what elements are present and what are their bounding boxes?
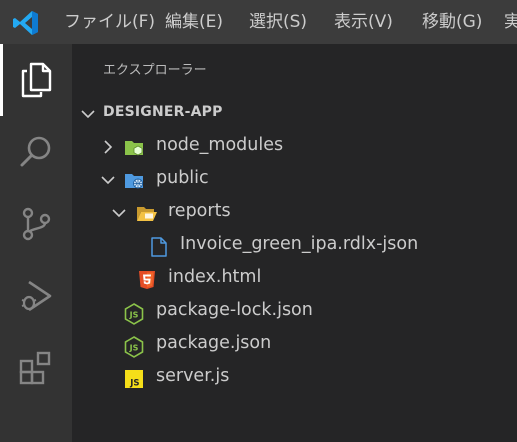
svg-text:JS: JS [129,344,139,353]
chevron-right-icon [100,139,116,155]
tree-item-label: node_modules [156,135,284,155]
activity-run-debug[interactable] [0,260,72,332]
search-icon [18,134,54,170]
activity-search[interactable] [0,116,72,188]
chevron-down-icon [111,205,127,221]
svg-text:JS: JS [129,311,139,320]
tree-item-node-modules[interactable]: node_modules [72,131,517,164]
activity-explorer[interactable] [0,44,72,116]
chevron-down-icon [100,172,116,188]
vscode-logo-icon [12,9,40,37]
menu-view[interactable]: 表示(V) [334,0,393,44]
public-folder-icon [124,171,144,191]
activity-extensions[interactable] [0,332,72,404]
tree-item-label: package.json [156,333,272,353]
tree-item-package-lock[interactable]: JS package-lock.json [72,296,517,329]
active-indicator [0,44,3,116]
menu-edit[interactable]: 編集(E) [165,0,223,44]
activity-source-control[interactable] [0,188,72,260]
open-folder-icon [136,204,157,224]
menu-go[interactable]: 移動(G) [422,0,482,44]
tree-item-label: reports [168,201,231,221]
tree-item-label: index.html [168,267,262,287]
svg-text:JS: JS [129,379,139,389]
activity-bar [0,44,72,442]
tree-item-label: Invoice_green_ipa.rdlx-json [180,234,419,254]
menu-selection[interactable]: 選択(S) [249,0,307,44]
chevron-down-icon [80,106,96,122]
tree-item-public[interactable]: public [72,164,517,197]
workspace-section-header[interactable]: DESIGNER-APP [72,100,517,128]
source-control-icon [20,206,52,242]
workspace-name: DESIGNER-APP [103,104,223,120]
tree-item-label: public [156,168,209,188]
nodejs-icon: JS [124,336,144,358]
tree-item-label: package-lock.json [156,300,313,320]
menu-run[interactable]: 実 [504,0,517,44]
explorer-sidebar: エクスプローラー DESIGNER-APP node_modules publi… [72,44,517,442]
explorer-title: エクスプローラー [103,63,207,78]
extensions-icon [18,350,54,386]
node-folder-icon [124,138,144,158]
tree-item-invoice-file[interactable]: Invoice_green_ipa.rdlx-json [72,230,517,263]
files-icon [19,62,53,98]
tree-item-index-html[interactable]: index.html [72,263,517,296]
tree-item-server-js[interactable]: JS server.js [72,362,517,395]
tree-item-reports[interactable]: reports [72,197,517,230]
tree-item-label: server.js [156,366,230,386]
menu-file[interactable]: ファイル(F) [64,0,155,44]
js-icon: JS [124,369,144,389]
tree-item-package-json[interactable]: JS package.json [72,329,517,362]
file-icon [150,237,170,257]
run-debug-icon [18,278,54,314]
nodejs-icon: JS [124,303,144,325]
title-bar: ファイル(F) 編集(E) 選択(S) 表示(V) 移動(G) 実 [0,0,517,44]
html5-icon [138,270,158,290]
